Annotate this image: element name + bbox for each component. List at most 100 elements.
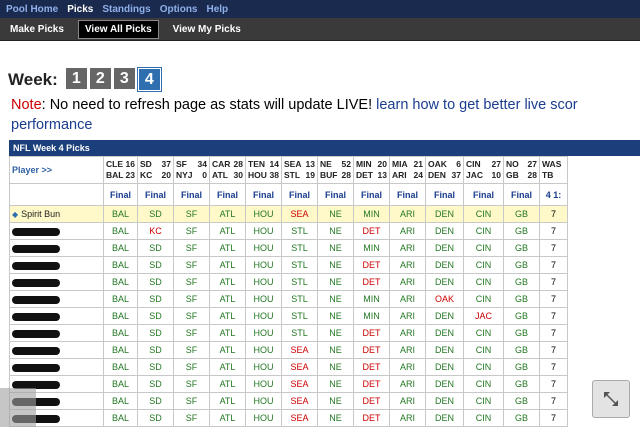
pick-cell: STL xyxy=(281,256,318,274)
pick-cell: BAL xyxy=(103,273,138,291)
player-name[interactable] xyxy=(9,358,104,376)
pick-cell: ARI xyxy=(389,324,426,342)
live-scores-link[interactable]: learn how to get better live scor xyxy=(376,97,578,113)
player-name[interactable] xyxy=(9,307,104,325)
picks-table-title: NFL Week 4 Picks xyxy=(9,140,640,156)
pick-cell: HOU xyxy=(245,222,282,240)
note-prefix: Note xyxy=(11,97,42,113)
pick-cell: ATL xyxy=(209,256,246,274)
pick-cell: NE xyxy=(317,256,354,274)
pick-cell: SF xyxy=(173,392,210,410)
team-name: DET xyxy=(356,170,373,180)
live-scores-link-cont[interactable]: performance xyxy=(11,117,92,133)
team-score: 28 xyxy=(233,159,243,169)
pick-cell: HOU xyxy=(245,205,282,223)
pick-cell: SD xyxy=(137,358,174,376)
pick-cell: HOU xyxy=(245,392,282,410)
pick-cell: SEA xyxy=(281,392,318,410)
week-2-button[interactable]: 2 xyxy=(89,68,111,89)
pick-cell: NE xyxy=(317,222,354,240)
nav-picks[interactable]: Picks xyxy=(67,4,93,15)
pick-cell: BAL xyxy=(103,341,138,359)
redacted-name xyxy=(12,363,60,372)
pick-cell: ATL xyxy=(209,222,246,240)
team-name: DEN xyxy=(428,170,446,180)
pick-cell: BAL xyxy=(103,290,138,308)
pick-cell: KC xyxy=(137,222,174,240)
pick-cell: STL xyxy=(281,324,318,342)
redacted-name xyxy=(12,329,60,338)
team-name: ATL xyxy=(212,170,228,180)
subnav-view-my-picks[interactable]: View My Picks xyxy=(167,21,247,38)
pick-cell: SF xyxy=(173,256,210,274)
team-name: NE xyxy=(320,159,332,169)
pick-cell: ARI xyxy=(389,409,426,427)
team-line: CIN 27 xyxy=(466,159,501,170)
pick-cell: SF xyxy=(173,273,210,291)
pick-cell: SD xyxy=(137,341,174,359)
pick-cell: MIN xyxy=(353,307,390,325)
pick-cell: DEN xyxy=(425,222,464,240)
player-name[interactable] xyxy=(9,324,104,342)
pick-cell: SF xyxy=(173,307,210,325)
team-name: WAS xyxy=(542,159,562,169)
team-line: JAC 10 xyxy=(466,170,501,181)
pick-cell: 7 xyxy=(539,256,568,274)
team-name: CAR xyxy=(212,159,231,169)
week-4-button[interactable]: 4 xyxy=(136,67,162,92)
game-cell: CAR 28 ATL 30 xyxy=(209,156,246,184)
team-line: DEN 37 xyxy=(428,170,461,181)
nav-options[interactable]: Options xyxy=(160,4,198,15)
expand-button[interactable] xyxy=(592,380,630,418)
pick-cell: SEA xyxy=(281,358,318,376)
team-name: CIN xyxy=(466,159,481,169)
pick-cell: HOU xyxy=(245,409,282,427)
pick-cell: GB xyxy=(503,341,540,359)
pick-cell: DEN xyxy=(425,256,464,274)
pick-cell: 7 xyxy=(539,205,568,223)
game-status: Final xyxy=(173,183,210,206)
nav-standings[interactable]: Standings xyxy=(102,4,150,15)
pick-cell: DEN xyxy=(425,392,464,410)
player-name[interactable] xyxy=(9,273,104,291)
subnav-view-all-picks[interactable]: View All Picks xyxy=(77,19,159,39)
pick-cell: STL xyxy=(281,273,318,291)
team-score: 23 xyxy=(125,170,135,180)
team-name: OAK xyxy=(428,159,447,169)
redacted-name xyxy=(12,346,60,355)
player-name[interactable] xyxy=(9,256,104,274)
game-cell: SEA 13 STL 19 xyxy=(281,156,318,184)
pick-cell: SD xyxy=(137,307,174,325)
pick-row: BAL SD SF ATL HOU SEA NE DET ARI DEN CIN GB 7 xyxy=(9,375,568,393)
game-status: Final xyxy=(209,183,246,206)
player-name[interactable] xyxy=(9,222,104,240)
pick-cell: GB xyxy=(503,375,540,393)
week-1-button[interactable]: 1 xyxy=(65,68,87,89)
team-line: KC 20 xyxy=(140,170,171,181)
pick-cell: ARI xyxy=(389,341,426,359)
pick-row: BAL SD SF ATL HOU STL NE DET ARI DEN CIN GB 7 xyxy=(9,324,568,342)
pick-cell: DET xyxy=(353,222,390,240)
player-sort-header[interactable]: Player >> xyxy=(9,156,104,184)
team-score: 52 xyxy=(341,159,351,169)
player-name[interactable] xyxy=(9,239,104,257)
team-score: 34 xyxy=(197,159,207,169)
team-score: 13 xyxy=(377,170,387,180)
nav-help[interactable]: Help xyxy=(207,4,229,15)
game-cell: MIA 21 ARI 24 xyxy=(389,156,426,184)
pick-cell: DET xyxy=(353,409,390,427)
subnav-make-picks[interactable]: Make Picks xyxy=(4,21,70,38)
player-name[interactable]: ◆ Spirit Bun xyxy=(9,205,104,223)
game-score: SD 37 KC 20 xyxy=(139,159,173,181)
player-name[interactable] xyxy=(9,290,104,308)
pick-cell: CIN xyxy=(463,256,504,274)
pick-cell: ARI xyxy=(389,222,426,240)
nav-pool-home[interactable]: Pool Home xyxy=(6,4,58,15)
game-status: Final xyxy=(281,183,318,206)
pick-cell: DET xyxy=(353,358,390,376)
week-3-button[interactable]: 3 xyxy=(113,68,135,89)
team-name: TB xyxy=(542,170,554,180)
pick-row: BAL SD SF ATL HOU STL NE MIN ARI DEN JAC GB 7 xyxy=(9,307,568,325)
pick-cell: CIN xyxy=(463,205,504,223)
player-name[interactable] xyxy=(9,341,104,359)
